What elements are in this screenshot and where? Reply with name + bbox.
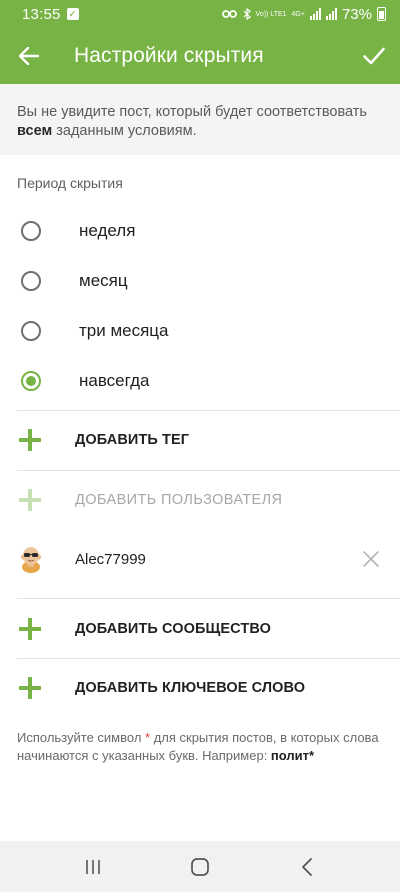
period-option-label: навсегда <box>79 371 150 390</box>
network-type: 4G+ <box>291 10 305 18</box>
hint-text-before: Используйте символ <box>17 730 146 745</box>
check-icon <box>363 47 385 65</box>
hint-text: Используйте символ * для скрытия постов,… <box>17 729 387 765</box>
notice-text-after: заданным условиям. <box>52 123 197 139</box>
app-bar: Настройки скрытия <box>0 28 400 84</box>
user-name: Alec77999 <box>75 550 146 568</box>
notification-check-icon: ✓ <box>66 8 79 20</box>
plus-icon <box>19 618 41 640</box>
back-nav-button[interactable] <box>287 852 327 882</box>
battery-icon <box>377 7 386 21</box>
period-label: Период скрытия <box>17 175 123 191</box>
hint-example: полит* <box>270 748 315 763</box>
divider <box>17 598 400 599</box>
add-user-button[interactable]: ДОБАВИТЬ ПОЛЬЗОВАТЕЛЯ <box>0 471 400 529</box>
add-user-label: ДОБАВИТЬ ПОЛЬЗОВАТЕЛЯ <box>75 492 283 508</box>
page-title: Настройки скрытия <box>74 44 264 67</box>
vpn-key-icon <box>221 10 237 18</box>
signal-icon-2 <box>325 8 337 20</box>
period-option-label: три месяца <box>79 321 169 340</box>
arrow-left-icon <box>19 47 39 65</box>
volte-label: Vo)) LTE1 <box>255 10 287 18</box>
back-button[interactable] <box>0 28 58 84</box>
plus-icon <box>19 429 41 451</box>
radio-icon[interactable] <box>21 221 41 241</box>
confirm-button[interactable] <box>348 28 400 84</box>
home-button[interactable] <box>180 852 220 882</box>
add-tag-label: ДОБАВИТЬ ТЕГ <box>75 432 190 448</box>
status-time: 13:55 <box>22 5 61 23</box>
hidden-user-item: Alec77999 <box>0 530 400 588</box>
close-icon[interactable] <box>362 550 380 568</box>
back-nav-icon <box>301 857 312 876</box>
notice-text: Вы не увидите пост, который будет соотве… <box>0 84 400 155</box>
add-community-button[interactable]: ДОБАВИТЬ СООБЩЕСТВО <box>0 600 400 658</box>
radio-icon[interactable] <box>21 321 41 341</box>
status-bar: 13:55 ✓ Vo)) LTE1 4G+ 73% <box>0 0 400 28</box>
plus-icon <box>19 677 41 699</box>
plus-icon <box>19 489 41 511</box>
notice-bold: всем <box>17 123 53 139</box>
period-option-label: неделя <box>79 221 136 240</box>
period-option-three-months[interactable]: три месяца <box>0 306 400 356</box>
recent-apps-icon <box>86 859 101 874</box>
home-icon <box>191 857 209 876</box>
period-option-month[interactable]: месяц <box>0 256 400 306</box>
add-keyword-label: ДОБАВИТЬ КЛЮЧЕВОЕ СЛОВО <box>75 680 306 696</box>
radio-icon[interactable] <box>21 271 41 291</box>
avatar-icon <box>21 547 41 573</box>
status-icons: Vo)) LTE1 4G+ 73% <box>221 5 386 23</box>
recent-apps-button[interactable] <box>73 852 113 882</box>
bluetooth-icon <box>243 8 251 20</box>
notice-text-before: Вы не увидите пост, который будет соотве… <box>17 104 367 120</box>
period-option-label: месяц <box>79 271 128 290</box>
battery-percent: 73% <box>341 5 372 23</box>
period-option-forever[interactable]: навсегда <box>0 356 400 406</box>
period-option-week[interactable]: неделя <box>0 206 400 256</box>
add-keyword-button[interactable]: ДОБАВИТЬ КЛЮЧЕВОЕ СЛОВО <box>0 659 400 717</box>
system-nav-bar <box>0 841 400 892</box>
radio-checked-icon[interactable] <box>21 371 41 391</box>
signal-icon <box>309 8 321 20</box>
add-tag-button[interactable]: ДОБАВИТЬ ТЕГ <box>0 411 400 469</box>
add-community-label: ДОБАВИТЬ СООБЩЕСТВО <box>75 621 271 637</box>
